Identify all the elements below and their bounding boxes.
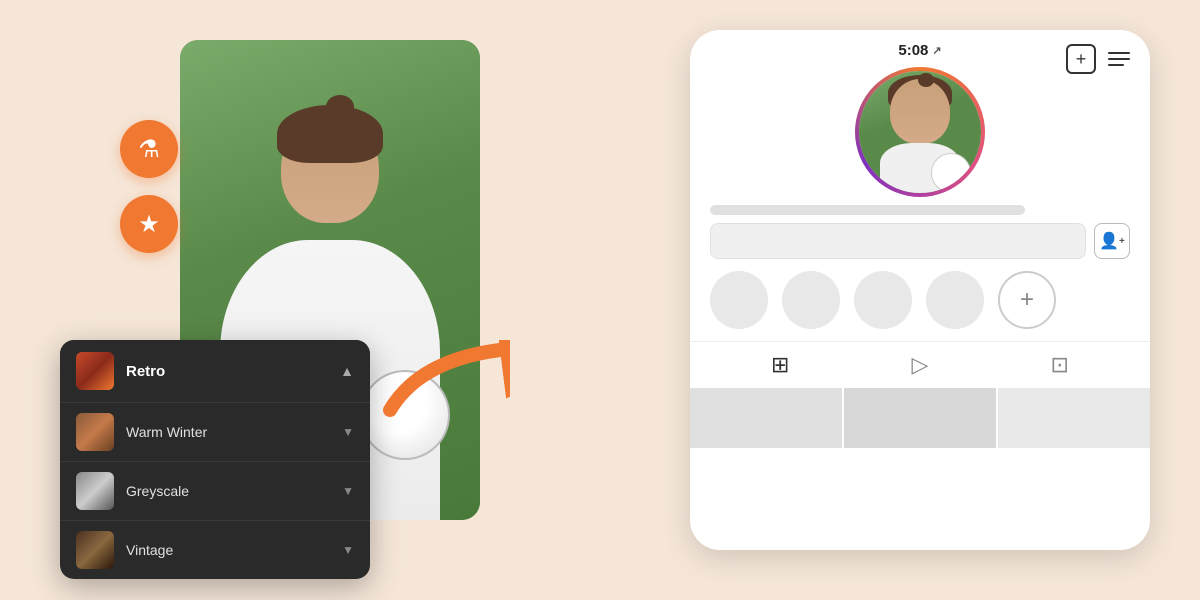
chevron-down-icon-vintage: ▼ — [342, 543, 354, 557]
filter-label-warm-winter: Warm Winter — [126, 424, 342, 440]
profile-section — [690, 59, 1150, 197]
star-icon: ★ — [138, 210, 160, 239]
phone-mockup: 5:08 ↗ + — [690, 30, 1150, 550]
avatar-ring[interactable] — [855, 67, 985, 197]
grid-cell-1[interactable] — [690, 388, 842, 448]
star-button[interactable]: ★ — [120, 195, 178, 253]
avatar-photo — [859, 71, 981, 193]
filter-thumb-retro — [76, 352, 114, 390]
search-area: 👤 + — [690, 215, 1150, 267]
status-time: 5:08 — [898, 42, 928, 59]
avatar-inner — [859, 71, 981, 193]
nav-icon: ↗ — [932, 44, 941, 57]
story-add-icon: + — [1020, 286, 1034, 314]
filter-panel: Retro ▲ Warm Winter ▼ Greyscale ▼ Vintag… — [60, 340, 370, 579]
photo-hair-bun-decor — [326, 95, 354, 119]
filter-thumb-vintage — [76, 531, 114, 569]
direction-arrow — [380, 340, 510, 430]
story-circle-4[interactable] — [926, 271, 984, 329]
grid-cell-3[interactable] — [998, 388, 1150, 448]
avatar-ball — [931, 153, 971, 193]
tab-grid[interactable]: ⊞ — [771, 352, 789, 378]
filter-label-vintage: Vintage — [126, 542, 342, 558]
filter-thumb-warm-winter — [76, 413, 114, 451]
filter-label-greyscale: Greyscale — [126, 483, 342, 499]
tab-photo[interactable]: ⊡ — [1051, 352, 1069, 378]
arrow-container — [380, 340, 510, 435]
grid-cell-2[interactable] — [844, 388, 996, 448]
chevron-up-icon: ▲ — [340, 363, 354, 379]
add-person-button[interactable]: 👤 + — [1094, 223, 1130, 259]
grid-thumbnails — [690, 388, 1150, 448]
left-section: ⚗ ★ Retro ▲ Warm Winter ▼ Greyscale ▼ — [60, 40, 520, 560]
chevron-down-icon-warm: ▼ — [342, 425, 354, 439]
filter-header-retro[interactable]: Retro ▲ — [60, 340, 370, 402]
chevron-down-icon-grey: ▼ — [342, 484, 354, 498]
menu-line-1 — [1108, 52, 1130, 54]
name-bar — [710, 205, 1025, 215]
avatar-hair-bun — [918, 73, 934, 87]
avatar-face — [890, 79, 950, 144]
flask-icon: ⚗ — [138, 135, 160, 164]
search-input[interactable] — [710, 223, 1086, 259]
filter-header-label: Retro — [126, 363, 340, 380]
tab-play[interactable]: ▷ — [912, 352, 929, 378]
story-circle-2[interactable] — [782, 271, 840, 329]
stories-row: + — [690, 267, 1150, 333]
story-circle-1[interactable] — [710, 271, 768, 329]
filter-thumb-greyscale — [76, 472, 114, 510]
add-person-plus: + — [1119, 236, 1125, 247]
filter-item-warm-winter[interactable]: Warm Winter ▼ — [60, 403, 370, 461]
tab-bar: ⊞ ▷ ⊡ — [690, 341, 1150, 388]
filter-item-greyscale[interactable]: Greyscale ▼ — [60, 462, 370, 520]
story-add-button[interactable]: + — [998, 271, 1056, 329]
right-section: 5:08 ↗ + — [690, 30, 1170, 570]
flask-button[interactable]: ⚗ — [120, 120, 178, 178]
story-circle-3[interactable] — [854, 271, 912, 329]
add-person-icon: 👤 — [1099, 231, 1119, 251]
name-bar-area — [690, 197, 1150, 215]
filter-item-vintage[interactable]: Vintage ▼ — [60, 521, 370, 579]
